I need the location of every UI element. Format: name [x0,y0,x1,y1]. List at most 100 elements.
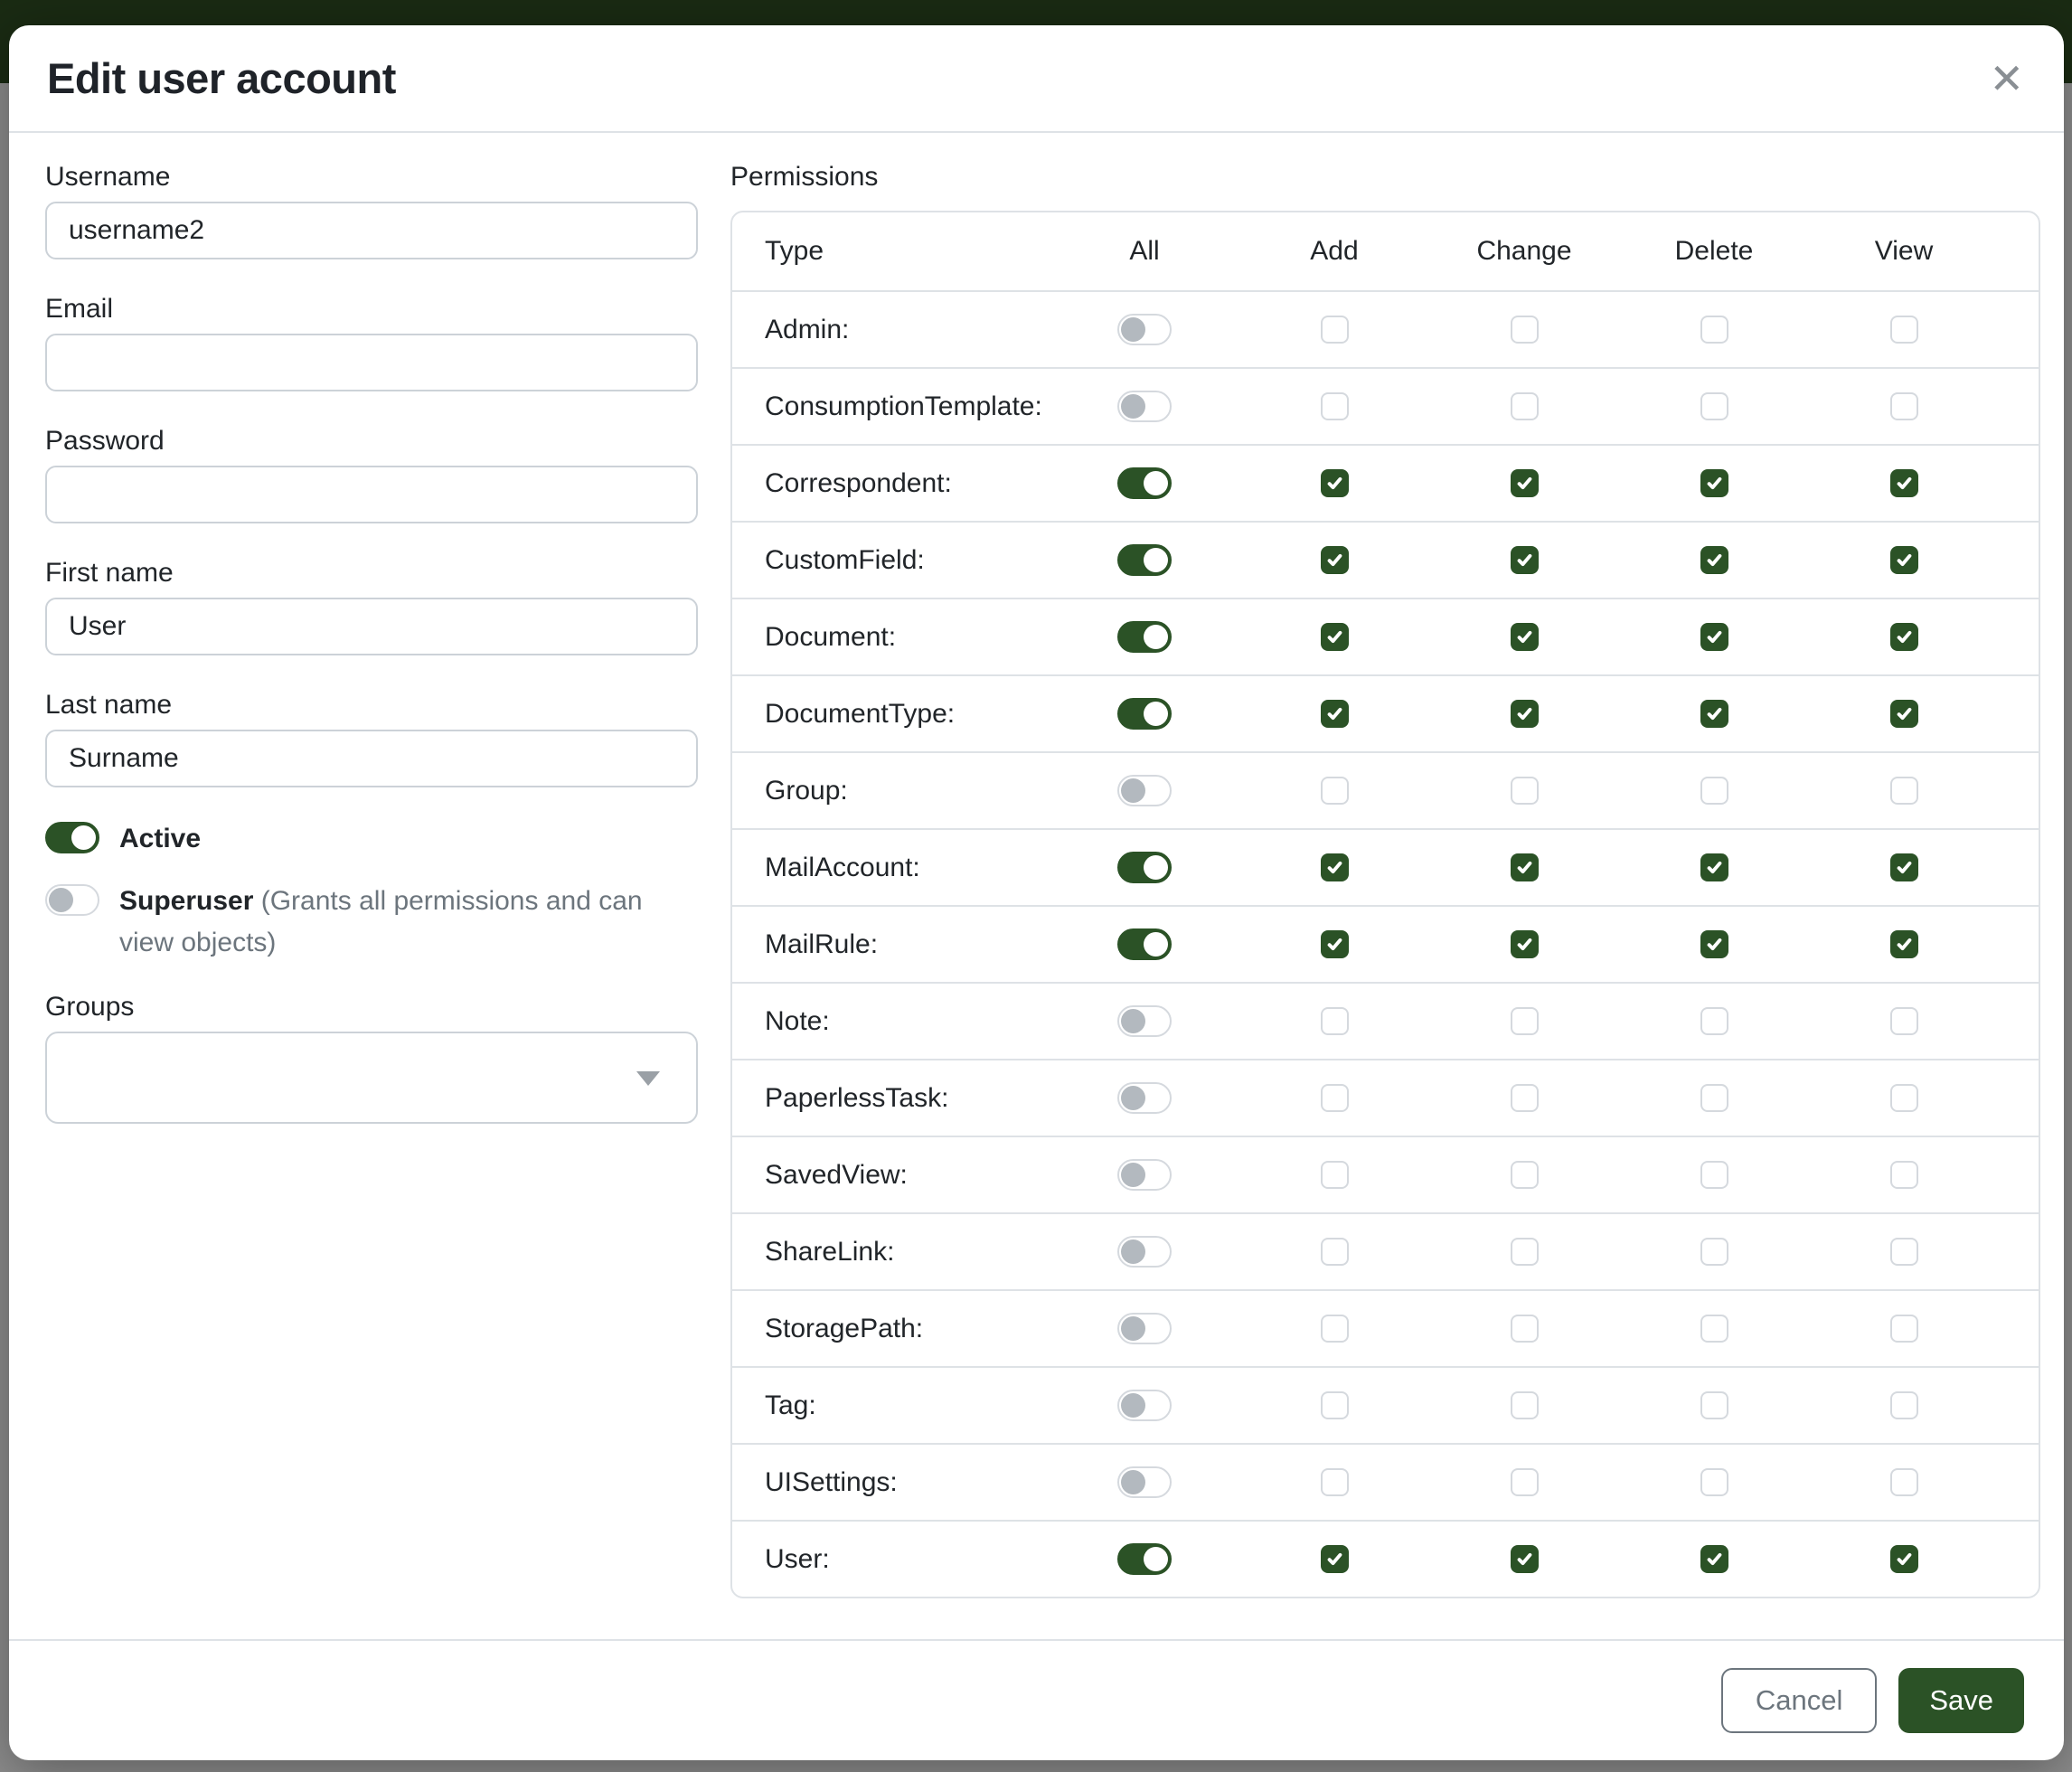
permission-all-toggle[interactable] [1117,1313,1172,1344]
permission-row: ShareLink: [732,1212,2039,1289]
permission-delete-checkbox[interactable] [1700,700,1728,728]
permission-view-checkbox[interactable] [1890,1315,1918,1343]
permission-add-checkbox[interactable] [1321,316,1349,344]
permission-add-checkbox[interactable] [1321,1161,1349,1189]
permission-all-toggle[interactable] [1117,1466,1172,1498]
permission-change-checkbox[interactable] [1511,469,1539,497]
permission-all-toggle[interactable] [1117,314,1172,345]
permission-change-checkbox[interactable] [1511,1238,1539,1266]
permission-delete-checkbox[interactable] [1700,1161,1728,1189]
permission-add-checkbox[interactable] [1321,777,1349,805]
groups-select[interactable] [45,1032,698,1124]
permission-all-toggle[interactable] [1117,1005,1172,1037]
permission-change-checkbox[interactable] [1511,1545,1539,1573]
permission-view-checkbox[interactable] [1890,1391,1918,1419]
permission-add-checkbox[interactable] [1321,700,1349,728]
permission-add-checkbox[interactable] [1321,546,1349,574]
password-input[interactable] [45,466,698,523]
permission-all-toggle[interactable] [1117,1159,1172,1191]
permission-delete-checkbox[interactable] [1700,1084,1728,1112]
permission-all-toggle[interactable] [1117,1390,1172,1421]
permission-change-checkbox[interactable] [1511,1391,1539,1419]
permission-all-toggle[interactable] [1117,1543,1172,1575]
permission-add-checkbox[interactable] [1321,930,1349,958]
permission-view-checkbox[interactable] [1890,853,1918,881]
modal-title: Edit user account [47,53,396,103]
active-toggle[interactable] [45,822,99,853]
permission-change-checkbox[interactable] [1511,930,1539,958]
permission-view-checkbox[interactable] [1890,1545,1918,1573]
permission-delete-checkbox[interactable] [1700,546,1728,574]
first-name-input[interactable] [45,598,698,655]
permission-add-checkbox[interactable] [1321,853,1349,881]
email-input[interactable] [45,334,698,391]
permission-view-checkbox[interactable] [1890,777,1918,805]
permission-change-checkbox[interactable] [1511,1468,1539,1496]
permission-view-checkbox[interactable] [1890,546,1918,574]
close-icon[interactable]: ✕ [1989,58,2024,99]
permission-change-checkbox[interactable] [1511,316,1539,344]
permission-delete-checkbox[interactable] [1700,392,1728,420]
permission-add-checkbox[interactable] [1321,1391,1349,1419]
permission-add-checkbox[interactable] [1321,1545,1349,1573]
permission-delete-checkbox[interactable] [1700,1391,1728,1419]
permission-view-checkbox[interactable] [1890,316,1918,344]
permission-change-checkbox[interactable] [1511,777,1539,805]
permission-change-checkbox[interactable] [1511,623,1539,651]
permission-all-toggle[interactable] [1117,1082,1172,1114]
permissions-table: TypeAllAddChangeDeleteView Admin:Consump… [730,211,2040,1598]
permission-delete-checkbox[interactable] [1700,1468,1728,1496]
permission-view-checkbox[interactable] [1890,1084,1918,1112]
permission-change-checkbox[interactable] [1511,1007,1539,1035]
permission-delete-checkbox[interactable] [1700,930,1728,958]
permission-delete-checkbox[interactable] [1700,1315,1728,1343]
permission-add-checkbox[interactable] [1321,1468,1349,1496]
permission-view-checkbox[interactable] [1890,1468,1918,1496]
permission-row: UISettings: [732,1443,2039,1520]
permission-all-toggle[interactable] [1117,698,1172,730]
permission-change-checkbox[interactable] [1511,1084,1539,1112]
permission-all-toggle[interactable] [1117,1236,1172,1268]
permission-all-toggle[interactable] [1117,775,1172,806]
permission-add-checkbox[interactable] [1321,1315,1349,1343]
permission-view-checkbox[interactable] [1890,392,1918,420]
permission-delete-checkbox[interactable] [1700,853,1728,881]
permission-change-checkbox[interactable] [1511,392,1539,420]
permission-change-checkbox[interactable] [1511,1315,1539,1343]
superuser-toggle[interactable] [45,884,99,916]
permission-add-checkbox[interactable] [1321,623,1349,651]
permission-view-checkbox[interactable] [1890,700,1918,728]
permission-add-checkbox[interactable] [1321,392,1349,420]
permission-change-checkbox[interactable] [1511,700,1539,728]
permission-delete-checkbox[interactable] [1700,1238,1728,1266]
permission-add-checkbox[interactable] [1321,1007,1349,1035]
permission-all-toggle[interactable] [1117,621,1172,653]
permission-view-checkbox[interactable] [1890,1007,1918,1035]
permission-change-checkbox[interactable] [1511,1161,1539,1189]
permission-view-checkbox[interactable] [1890,1161,1918,1189]
permission-delete-checkbox[interactable] [1700,1007,1728,1035]
cancel-button[interactable]: Cancel [1721,1668,1878,1733]
permission-view-checkbox[interactable] [1890,469,1918,497]
permission-add-checkbox[interactable] [1321,1238,1349,1266]
permission-view-checkbox[interactable] [1890,930,1918,958]
permission-all-toggle[interactable] [1117,544,1172,576]
permission-all-toggle[interactable] [1117,467,1172,499]
save-button[interactable]: Save [1898,1668,2024,1733]
username-input[interactable] [45,202,698,259]
permission-change-checkbox[interactable] [1511,546,1539,574]
permission-delete-checkbox[interactable] [1700,469,1728,497]
permission-view-checkbox[interactable] [1890,623,1918,651]
permission-all-toggle[interactable] [1117,852,1172,883]
last-name-input[interactable] [45,730,698,787]
permission-add-checkbox[interactable] [1321,1084,1349,1112]
permission-all-toggle[interactable] [1117,391,1172,422]
permission-delete-checkbox[interactable] [1700,623,1728,651]
permission-add-checkbox[interactable] [1321,469,1349,497]
permission-delete-checkbox[interactable] [1700,1545,1728,1573]
permission-delete-checkbox[interactable] [1700,777,1728,805]
permission-view-checkbox[interactable] [1890,1238,1918,1266]
permission-all-toggle[interactable] [1117,928,1172,960]
permission-delete-checkbox[interactable] [1700,316,1728,344]
permission-change-checkbox[interactable] [1511,853,1539,881]
